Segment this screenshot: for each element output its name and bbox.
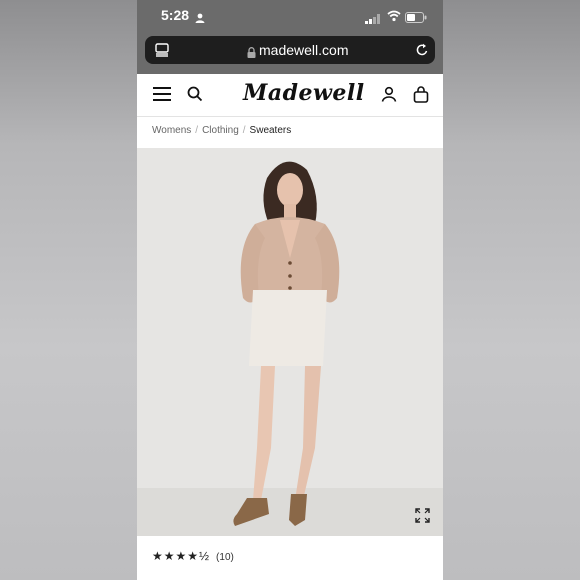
status-time: 5:28: [161, 7, 190, 23]
lock-icon: [247, 45, 256, 63]
tabs-icon[interactable]: [155, 43, 169, 62]
blurred-background-right: [443, 0, 580, 580]
hamburger-menu-icon[interactable]: [153, 87, 171, 106]
breadcrumb-separator: /: [195, 125, 199, 136]
account-icon[interactable]: [381, 86, 397, 107]
battery-icon: [405, 10, 427, 28]
browser-toolbar: madewell.com: [137, 32, 443, 74]
rating-stars: ★★★★½: [152, 549, 211, 563]
breadcrumb: Womens / Clothing / Sweaters: [152, 125, 291, 136]
product-image[interactable]: [137, 148, 443, 536]
address-bar[interactable]: madewell.com: [145, 36, 435, 64]
breadcrumb-separator: /: [242, 125, 246, 136]
reload-icon[interactable]: [415, 43, 429, 62]
model-photo: [137, 148, 443, 536]
breadcrumb-sweaters[interactable]: Sweaters: [250, 125, 292, 136]
expand-icon[interactable]: [415, 508, 430, 528]
shopping-bag-icon[interactable]: [413, 86, 429, 108]
breadcrumb-womens[interactable]: Womens: [152, 125, 191, 136]
product-rating[interactable]: ★★★★½ (10): [152, 549, 234, 563]
site-header: Madewell: [137, 74, 443, 117]
madewell-logo[interactable]: Madewell: [243, 80, 365, 106]
search-icon[interactable]: [187, 86, 203, 107]
blurred-background-left: [0, 0, 137, 580]
review-count: (10): [216, 552, 234, 563]
person-icon: [195, 10, 205, 28]
phone-screen: 5:28 madewell.com Madewell Womens / Clot…: [137, 0, 443, 580]
url-text: madewell.com: [259, 42, 349, 58]
breadcrumb-clothing[interactable]: Clothing: [202, 125, 239, 136]
status-bar: 5:28: [137, 0, 443, 32]
wifi-icon: [387, 9, 401, 27]
cellular-signal-icon: [365, 11, 381, 29]
